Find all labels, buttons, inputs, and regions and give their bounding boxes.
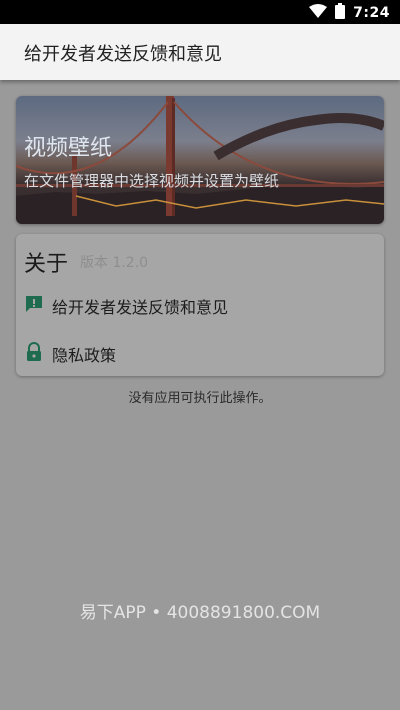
status-bar: 7:24 [0,0,400,24]
lock-icon [24,342,44,366]
feedback-icon [24,294,44,318]
privacy-policy-item[interactable]: 隐私政策 [24,342,116,366]
status-icons: 7:24 [309,3,390,23]
video-wallpaper-banner[interactable]: 视频壁纸 在文件管理器中选择视频并设置为壁纸 [16,96,384,224]
about-card: 关于 版本 1.2.0 给开发者发送反馈和意见 隐私政策 [16,234,384,376]
app-bar: 给开发者发送反馈和意见 [0,24,400,80]
feedback-label: 给开发者发送反馈和意见 [52,298,229,317]
version-label: 版本 1.2.0 [80,255,149,271]
battery-icon [335,3,346,23]
banner-subtitle: 在文件管理器中选择视频并设置为壁纸 [24,172,280,190]
about-title: 关于 [24,252,69,277]
feedback-item[interactable]: 给开发者发送反馈和意见 [24,294,228,318]
toast-message: 没有应用可执行此操作。 [128,391,272,406]
banner-title: 视频壁纸 [24,136,113,161]
wifi-icon [309,4,328,22]
privacy-policy-label: 隐私政策 [52,346,117,365]
page-title: 给开发者发送反馈和意见 [24,44,222,65]
status-time: 7:24 [353,5,390,21]
watermark: 易下APP • 4008891800.COM [79,603,321,623]
